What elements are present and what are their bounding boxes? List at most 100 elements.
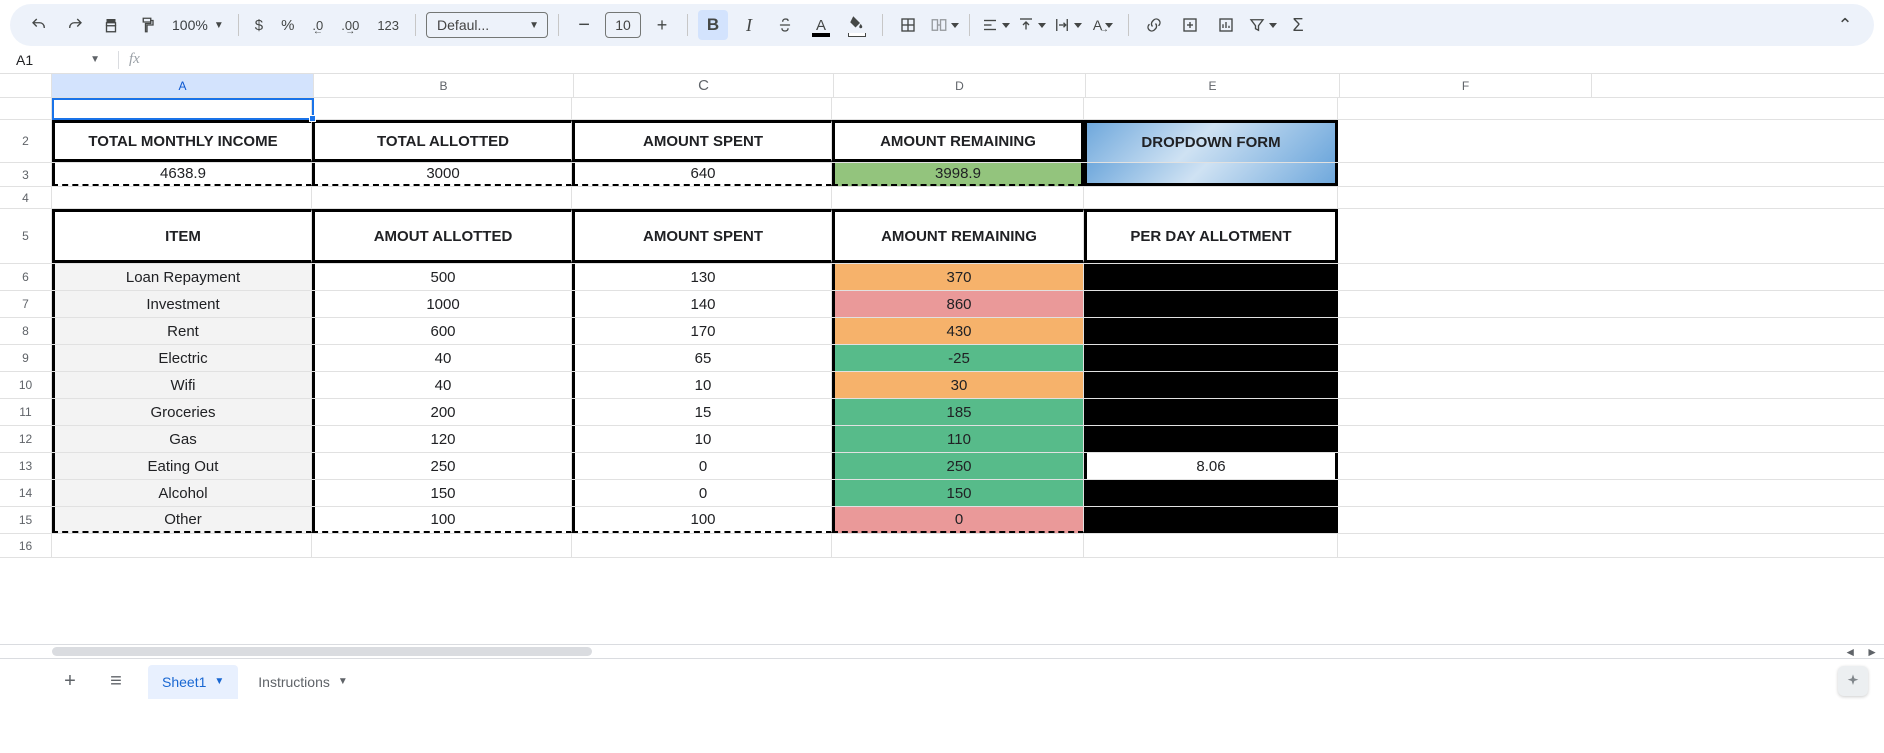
cell[interactable]: 8.06 bbox=[1084, 453, 1338, 479]
cell[interactable]: Loan Repayment bbox=[52, 264, 312, 290]
cell[interactable] bbox=[1338, 399, 1590, 425]
cell[interactable]: 3000 bbox=[312, 163, 572, 186]
font-size-increase[interactable]: + bbox=[647, 10, 677, 40]
cell[interactable] bbox=[1338, 291, 1590, 317]
cell[interactable]: 130 bbox=[572, 264, 832, 290]
cell[interactable]: TOTAL MONTHLY INCOME bbox=[52, 120, 312, 162]
scroll-right-arrow[interactable]: ◄ ► bbox=[1844, 645, 1878, 658]
cell[interactable]: 150 bbox=[832, 480, 1084, 506]
cell[interactable]: 370 bbox=[832, 264, 1084, 290]
cell[interactable] bbox=[1338, 534, 1590, 557]
cell[interactable]: AMOUNT SPENT bbox=[572, 209, 832, 263]
undo-button[interactable] bbox=[24, 10, 54, 40]
row-header[interactable]: 16 bbox=[0, 534, 52, 557]
italic-button[interactable]: I bbox=[734, 10, 764, 40]
add-sheet-button[interactable]: + bbox=[56, 668, 84, 696]
bold-button[interactable]: B bbox=[698, 10, 728, 40]
cell[interactable]: Gas bbox=[52, 426, 312, 452]
dropdown-form-cell[interactable]: DROPDOWN FORM bbox=[1084, 120, 1338, 162]
cell[interactable] bbox=[1084, 291, 1338, 317]
cell[interactable] bbox=[1084, 426, 1338, 452]
cell[interactable] bbox=[1084, 507, 1338, 533]
cell[interactable]: 860 bbox=[832, 291, 1084, 317]
decrease-decimal-button[interactable]: .0 ← bbox=[306, 10, 329, 40]
cell[interactable]: 150 bbox=[312, 480, 572, 506]
column-header-d[interactable]: D bbox=[834, 74, 1086, 97]
cell[interactable]: 170 bbox=[572, 318, 832, 344]
cell[interactable]: Alcohol bbox=[52, 480, 312, 506]
cell[interactable] bbox=[572, 98, 832, 119]
sheet-tab[interactable]: Sheet1▼ bbox=[148, 665, 238, 699]
cell[interactable]: TOTAL ALLOTTED bbox=[312, 120, 572, 162]
number-format-button[interactable]: 123 bbox=[371, 10, 405, 40]
cell[interactable]: 1000 bbox=[312, 291, 572, 317]
cell[interactable] bbox=[1338, 318, 1590, 344]
cell[interactable]: 100 bbox=[312, 507, 572, 533]
sheet-tab[interactable]: Instructions▼ bbox=[244, 665, 362, 699]
cell[interactable]: 4638.9 bbox=[52, 163, 312, 186]
row-header[interactable] bbox=[0, 98, 52, 119]
cell[interactable]: 10 bbox=[572, 426, 832, 452]
insert-comment-button[interactable] bbox=[1175, 10, 1205, 40]
cell[interactable]: 65 bbox=[572, 345, 832, 371]
formula-input[interactable] bbox=[148, 51, 1876, 68]
cell[interactable] bbox=[312, 187, 572, 208]
cell[interactable] bbox=[1084, 318, 1338, 344]
cell[interactable]: AMOUNT REMAINING bbox=[832, 120, 1084, 162]
cell[interactable] bbox=[52, 187, 312, 208]
cell[interactable]: Rent bbox=[52, 318, 312, 344]
cell[interactable]: 0 bbox=[572, 480, 832, 506]
row-header[interactable]: 8 bbox=[0, 318, 52, 344]
spreadsheet-grid[interactable]: A B C D E F 2 TOTAL MONTHLY INCOME TOTAL… bbox=[0, 74, 1884, 644]
cell[interactable]: 10 bbox=[572, 372, 832, 398]
cell[interactable] bbox=[1084, 163, 1338, 186]
cell[interactable] bbox=[832, 98, 1084, 119]
text-color-button[interactable]: A bbox=[806, 10, 836, 40]
insert-link-button[interactable] bbox=[1139, 10, 1169, 40]
cell[interactable] bbox=[1084, 480, 1338, 506]
currency-button[interactable]: $ bbox=[249, 10, 269, 40]
cell[interactable]: 200 bbox=[312, 399, 572, 425]
cell[interactable] bbox=[52, 98, 312, 119]
row-header[interactable]: 9 bbox=[0, 345, 52, 371]
cell[interactable] bbox=[1338, 264, 1590, 290]
horizontal-align-button[interactable] bbox=[980, 10, 1010, 40]
row-header[interactable]: 5 bbox=[0, 209, 52, 263]
cell[interactable] bbox=[1338, 507, 1590, 533]
column-header-c[interactable]: C bbox=[574, 74, 834, 97]
cell[interactable]: 120 bbox=[312, 426, 572, 452]
cell[interactable] bbox=[1338, 372, 1590, 398]
column-header-f[interactable]: F bbox=[1340, 74, 1592, 97]
row-header[interactable]: 2 bbox=[0, 120, 52, 162]
text-rotation-button[interactable]: A→ bbox=[1088, 10, 1118, 40]
cell[interactable]: Eating Out bbox=[52, 453, 312, 479]
cell[interactable]: Groceries bbox=[52, 399, 312, 425]
cell[interactable]: 430 bbox=[832, 318, 1084, 344]
increase-decimal-button[interactable]: .00 → bbox=[335, 10, 365, 40]
cell[interactable]: 0 bbox=[832, 507, 1084, 533]
column-header-b[interactable]: B bbox=[314, 74, 574, 97]
cell[interactable]: 640 bbox=[572, 163, 832, 186]
cell[interactable] bbox=[1084, 372, 1338, 398]
font-family-select[interactable]: Defaul... ▼ bbox=[426, 12, 548, 38]
row-header[interactable]: 15 bbox=[0, 507, 52, 533]
cell[interactable]: 3998.9 bbox=[832, 163, 1084, 186]
row-header[interactable]: 6 bbox=[0, 264, 52, 290]
cell[interactable]: 185 bbox=[832, 399, 1084, 425]
zoom-dropdown[interactable]: 100% ▼ bbox=[168, 17, 228, 33]
cell[interactable] bbox=[572, 534, 832, 557]
column-header-e[interactable]: E bbox=[1086, 74, 1340, 97]
percent-button[interactable]: % bbox=[275, 10, 300, 40]
cell[interactable] bbox=[52, 534, 312, 557]
cell[interactable]: 30 bbox=[832, 372, 1084, 398]
cell[interactable] bbox=[1084, 534, 1338, 557]
cell[interactable] bbox=[1338, 426, 1590, 452]
cell[interactable]: 250 bbox=[832, 453, 1084, 479]
cell[interactable] bbox=[1338, 187, 1590, 208]
cell[interactable] bbox=[312, 534, 572, 557]
row-header[interactable]: 4 bbox=[0, 187, 52, 208]
cell[interactable]: AMOUNT REMAINING bbox=[832, 209, 1084, 263]
cell[interactable] bbox=[572, 187, 832, 208]
insert-chart-button[interactable] bbox=[1211, 10, 1241, 40]
cell[interactable] bbox=[832, 187, 1084, 208]
